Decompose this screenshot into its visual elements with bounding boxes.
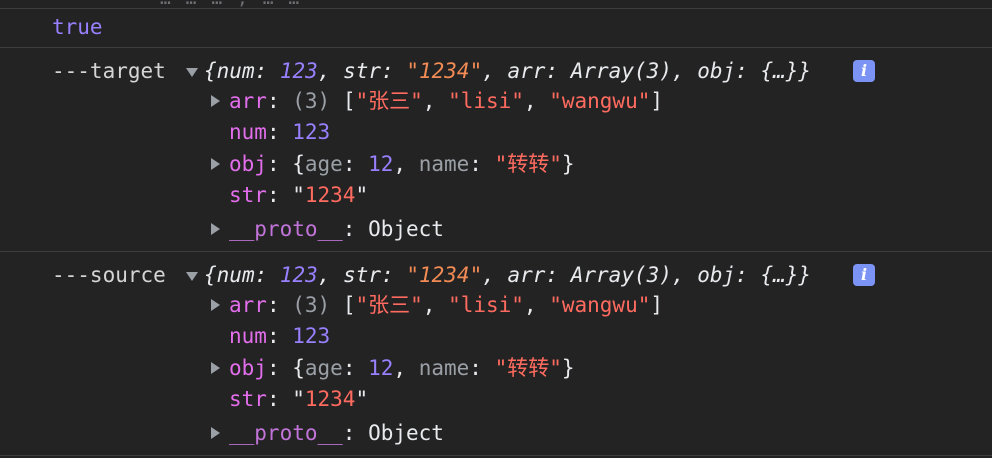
- object-preview[interactable]: {num: 123, str: "1234", arr: Array(3), o…: [204, 260, 811, 290]
- expand-right-icon[interactable]: [211, 362, 220, 374]
- prop-str: str: "1234": [229, 183, 369, 207]
- prop-obj[interactable]: obj: {age: 12, name: "转转"}: [229, 149, 575, 179]
- boolean-value: true: [52, 15, 103, 39]
- console-message-true[interactable]: true: [0, 9, 992, 48]
- previous-log-clipped: … … … , … …: [0, 0, 992, 9]
- console-message-source[interactable]: ---source {num: 123, str: "1234", arr: A…: [0, 252, 992, 456]
- expand-down-icon[interactable]: [186, 68, 198, 77]
- prop-arr[interactable]: arr: (3) ["张三", "lisi", "wangwu"]: [229, 290, 663, 320]
- prop-proto[interactable]: __proto__: Object: [229, 418, 444, 448]
- expand-right-icon[interactable]: [211, 299, 220, 311]
- info-icon[interactable]: i: [853, 60, 875, 82]
- info-icon[interactable]: i: [853, 264, 875, 286]
- devtools-console: … … … , … … true ---target {num: 123, st…: [0, 0, 992, 458]
- prop-arr[interactable]: arr: (3) ["张三", "lisi", "wangwu"]: [229, 86, 663, 116]
- clipped-text: … … … , … …: [160, 0, 301, 9]
- expand-right-icon[interactable]: [211, 158, 220, 170]
- expand-right-icon[interactable]: [211, 427, 220, 439]
- prop-obj[interactable]: obj: {age: 12, name: "转转"}: [229, 353, 575, 383]
- prop-str: str: "1234": [229, 387, 369, 411]
- expand-down-icon[interactable]: [186, 272, 198, 281]
- object-preview[interactable]: {num: 123, str: "1234", arr: Array(3), o…: [204, 56, 811, 86]
- expand-right-icon[interactable]: [211, 223, 220, 235]
- expand-right-icon[interactable]: [211, 95, 220, 107]
- prop-proto[interactable]: __proto__: Object: [229, 214, 444, 244]
- prop-num: num: 123: [229, 120, 331, 144]
- prop-num: num: 123: [229, 324, 331, 348]
- log-label: ---source: [52, 263, 166, 287]
- log-label: ---target: [52, 59, 166, 83]
- console-message-target[interactable]: ---target {num: 123, str: "1234", arr: A…: [0, 48, 992, 252]
